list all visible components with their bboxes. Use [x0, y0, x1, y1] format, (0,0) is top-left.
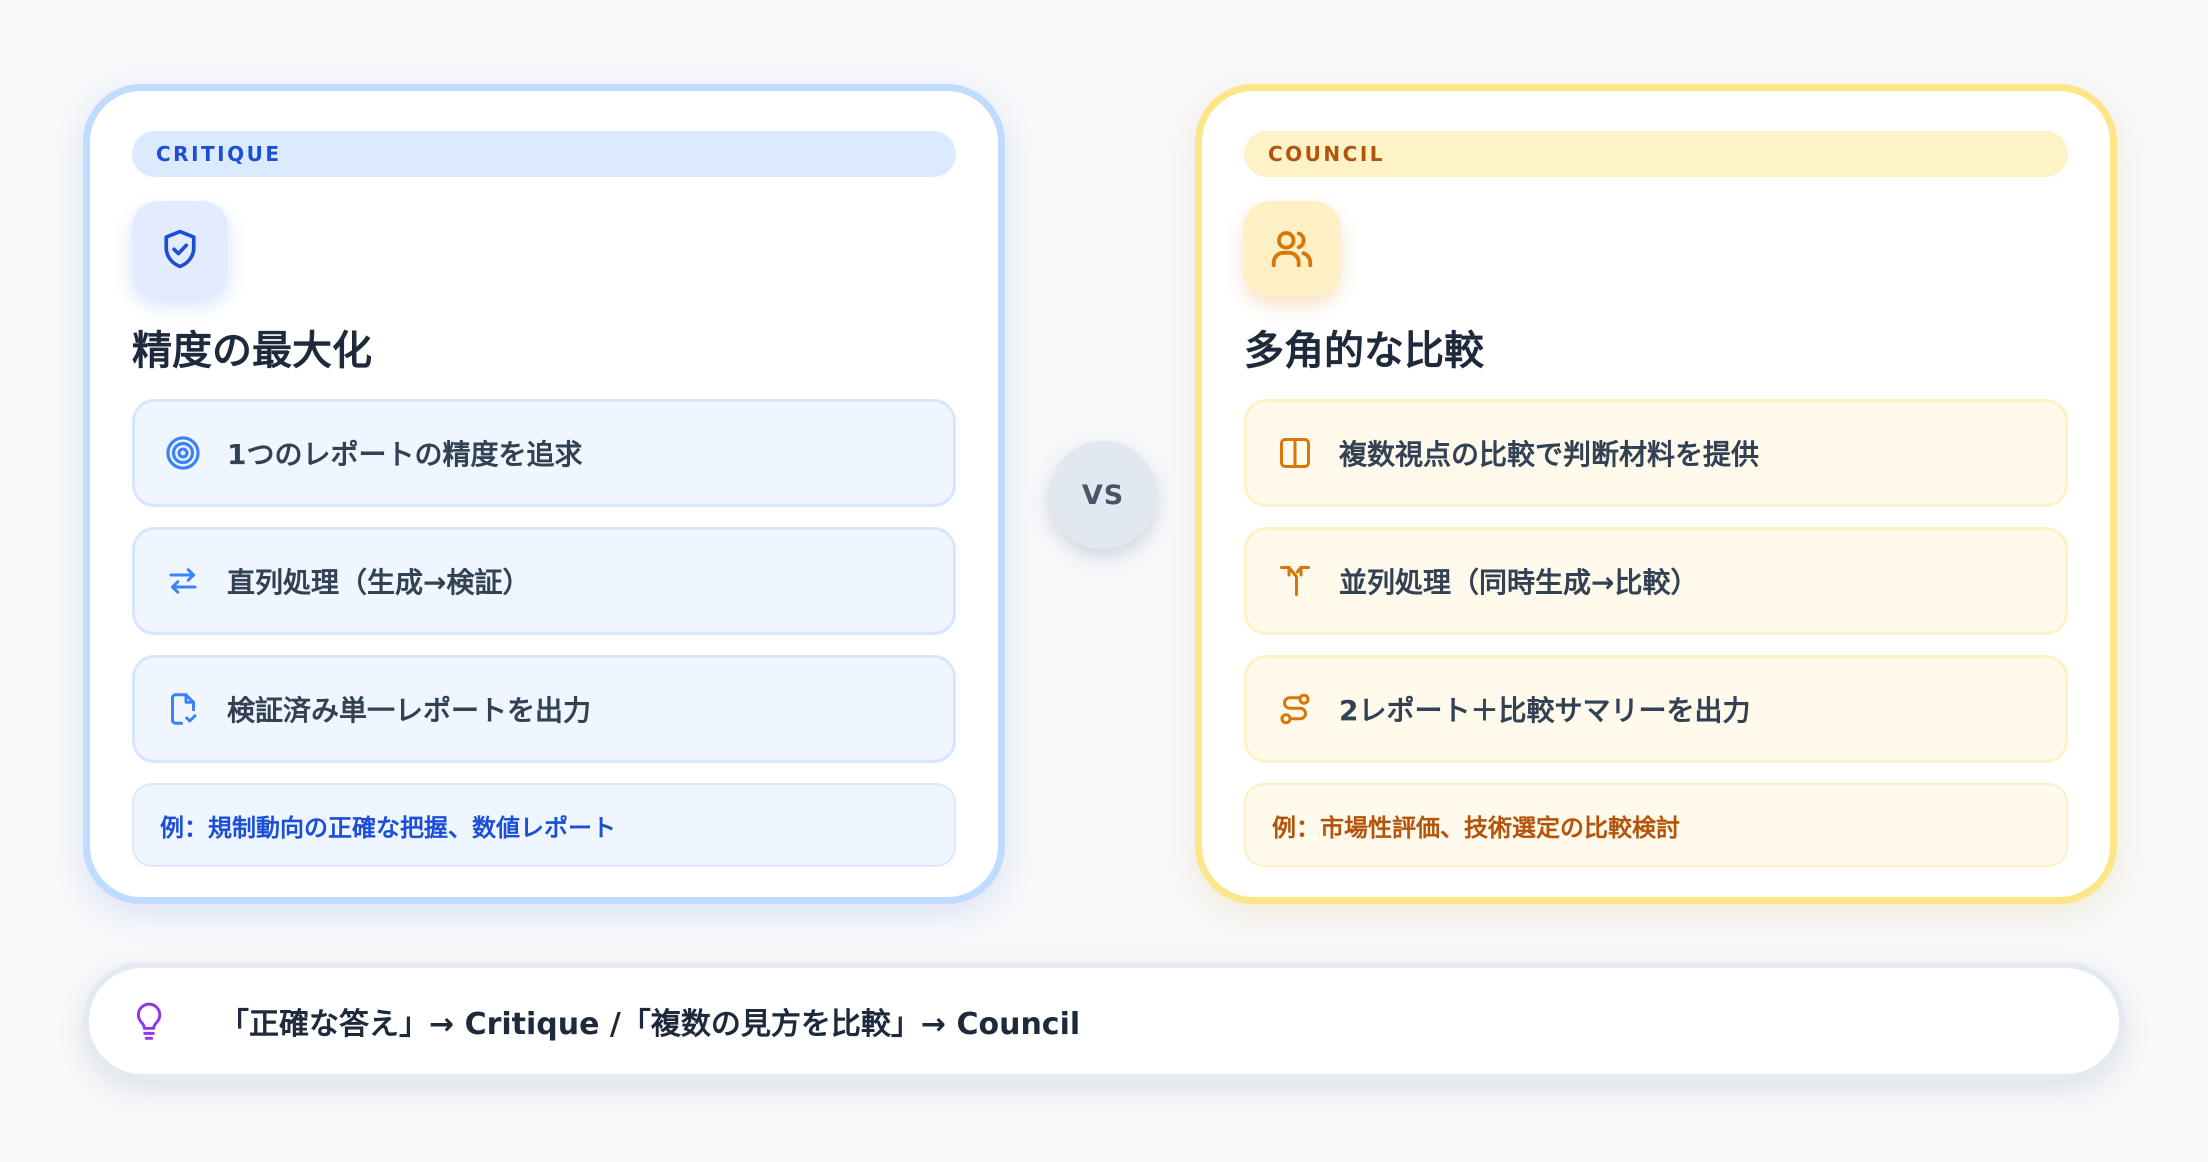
split-arrows-icon [1275, 561, 1315, 601]
council-example: 例：市場性評価、技術選定の比較検討 [1244, 783, 2068, 867]
council-item: 2レポート＋比較サマリーを出力 [1244, 655, 2068, 763]
critique-card: CRITIQUE 精度の最大化 1つのレポートの精度を追求 直列処理（生成→検証… [83, 84, 1005, 904]
critique-item: 1つのレポートの精度を追求 [132, 399, 956, 507]
critique-label: CRITIQUE [132, 131, 956, 177]
tip-text: 「正確な答え」→ Critique /「複数の見方を比較」→ Council [219, 1007, 1081, 1042]
critique-item-text: 直列処理（生成→検証） [227, 566, 531, 599]
council-title: 多角的な比較 [1244, 328, 1484, 374]
council-item: 複数視点の比較で判断材料を提供 [1244, 399, 2068, 507]
critique-item: 検証済み単一レポートを出力 [132, 655, 956, 763]
route-icon [1275, 689, 1315, 729]
council-item-text: 複数視点の比較で判断材料を提供 [1339, 438, 1760, 471]
file-check-icon [163, 689, 203, 729]
vs-badge: VS [1049, 441, 1157, 549]
tip-bar: 「正確な答え」→ Critique /「複数の見方を比較」→ Council [83, 962, 2125, 1080]
council-card: COUNCIL 多角的な比較 複数視点の比較で判断材料を提供 並列処理（同時生成… [1195, 84, 2117, 904]
council-item: 並列処理（同時生成→比較） [1244, 527, 2068, 635]
shield-check-icon [132, 201, 228, 297]
council-items: 複数視点の比較で判断材料を提供 並列処理（同時生成→比較） 2レポート＋比較サマ… [1244, 399, 2068, 763]
critique-items: 1つのレポートの精度を追求 直列処理（生成→検証） 検証済み単一レポートを出力 [132, 399, 956, 763]
council-item-text: 並列処理（同時生成→比較） [1339, 566, 1699, 599]
critique-item-text: 1つのレポートの精度を追求 [227, 438, 583, 471]
columns-icon [1275, 433, 1315, 473]
swap-arrows-icon [163, 561, 203, 601]
critique-item: 直列処理（生成→検証） [132, 527, 956, 635]
target-icon [163, 433, 203, 473]
critique-title: 精度の最大化 [132, 328, 372, 374]
council-item-text: 2レポート＋比較サマリーを出力 [1339, 694, 1751, 727]
critique-example: 例：規制動向の正確な把握、数値レポート [132, 783, 956, 867]
council-label: COUNCIL [1244, 131, 2068, 177]
users-icon [1244, 201, 1340, 297]
critique-item-text: 検証済み単一レポートを出力 [227, 694, 592, 727]
lightbulb-icon [129, 999, 169, 1043]
